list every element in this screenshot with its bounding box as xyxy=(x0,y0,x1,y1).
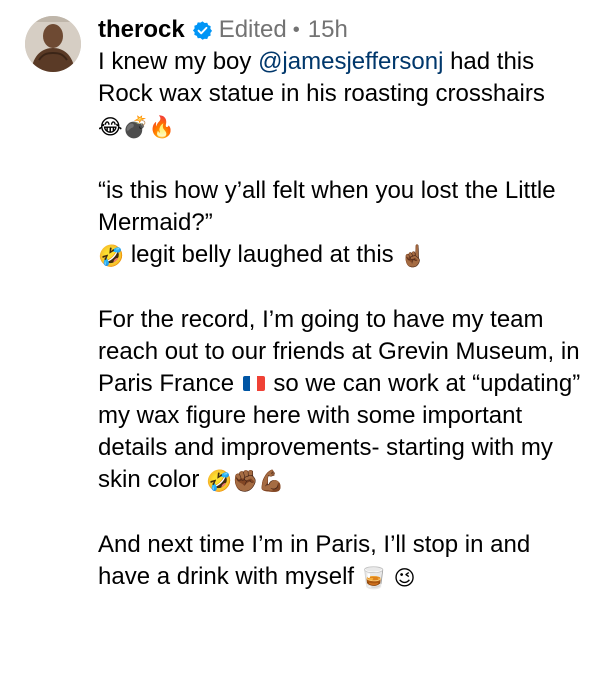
post-content: therock Edited • 15h I knew my boy @jame… xyxy=(98,14,588,594)
caption-text-run: And next time I’m in Paris, I’ll stop in… xyxy=(98,531,531,590)
caption-text: I knew my boy @jamesjeffersonj had this … xyxy=(98,46,588,594)
laugh-bomb-fire-emoji: 😂💣🔥 xyxy=(98,115,175,139)
caption-paragraph-1: I knew my boy @jamesjeffersonj had this … xyxy=(98,46,588,143)
caption-text-run: legit belly laughed at this xyxy=(124,241,401,268)
pointing-up-emoji: ☝🏾 xyxy=(400,244,427,268)
caption-paragraph-2: “is this how y’all felt when you lost th… xyxy=(98,175,588,272)
caption-text-run: “is this how y’all felt when you lost th… xyxy=(98,177,556,236)
caption-paragraph-3: For the record, I’m going to have my tea… xyxy=(98,304,588,497)
timestamp[interactable]: 15h xyxy=(308,14,348,46)
post-header: therock Edited • 15h xyxy=(98,14,588,46)
whiskey-wink-emoji: 🥃 😉 xyxy=(360,566,416,590)
post-caption-card: therock Edited • 15h I knew my boy @jame… xyxy=(0,0,600,674)
avatar-image xyxy=(25,16,81,72)
profile-avatar[interactable] xyxy=(25,16,81,72)
username-link[interactable]: therock xyxy=(98,14,185,46)
france-flag-icon xyxy=(242,376,265,391)
caption-text-run: I knew my boy xyxy=(98,48,259,75)
rofl-fist-muscle-emoji: 🤣✊🏾💪🏾 xyxy=(206,469,285,493)
meta-separator: • xyxy=(292,19,300,41)
edited-label: Edited xyxy=(218,16,287,43)
verified-badge-icon xyxy=(192,20,213,41)
caption-paragraph-4: And next time I’m in Paris, I’ll stop in… xyxy=(98,529,588,594)
rofl-emoji: 🤣 xyxy=(98,244,125,268)
mention-link[interactable]: @jamesjeffersonj xyxy=(258,48,443,75)
